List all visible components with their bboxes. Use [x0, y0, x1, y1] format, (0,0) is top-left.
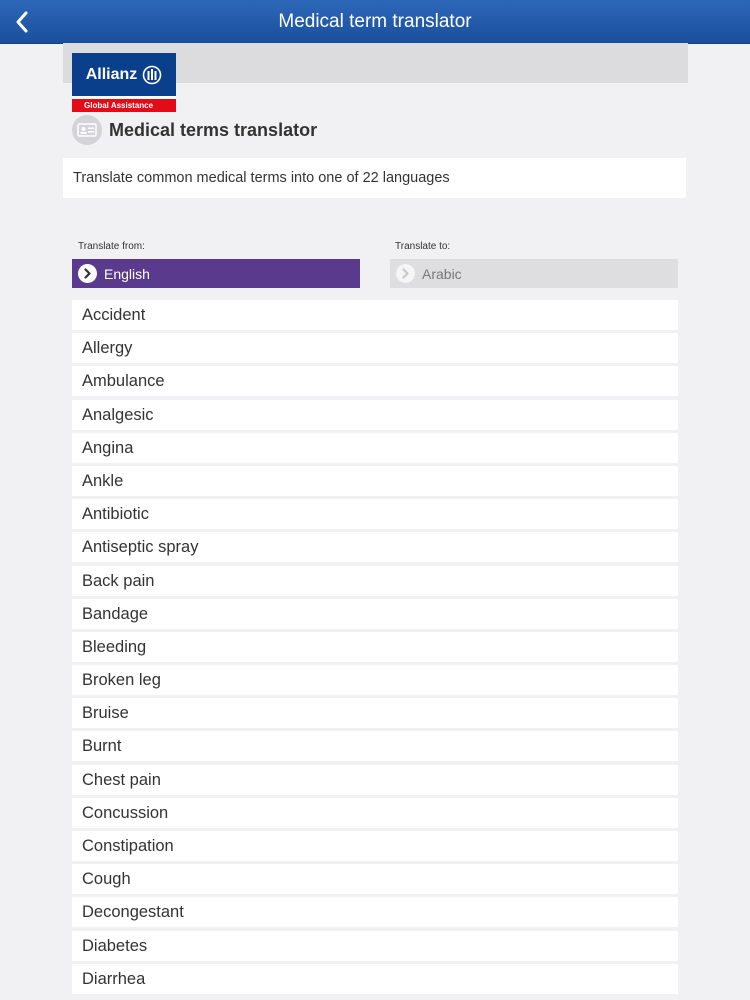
term-row[interactable]: Chest pain: [72, 764, 678, 795]
nav-bar: Medical term translator: [0, 0, 750, 44]
term-row[interactable]: Analgesic: [72, 399, 678, 430]
logo-sub-text: Global Assistance: [72, 99, 176, 112]
nav-title: Medical term translator: [278, 11, 472, 32]
chevron-right-icon: [78, 264, 97, 283]
page-title: Medical terms translator: [109, 119, 318, 140]
logo-brand-text: Allianz: [85, 65, 138, 83]
term-row[interactable]: Broken leg: [72, 665, 678, 696]
term-list: Accident Allergy Ambulance Analgesic Ang…: [72, 300, 678, 997]
term-row[interactable]: Angina: [72, 432, 678, 463]
page-title-row: Medical terms translator: [72, 114, 317, 146]
term-row[interactable]: Concussion: [72, 797, 678, 828]
term-row[interactable]: Ambulance: [72, 366, 678, 397]
term-row[interactable]: Bandage: [72, 598, 678, 629]
term-row[interactable]: Back pain: [72, 565, 678, 596]
translate-to-select[interactable]: Arabic: [390, 259, 678, 288]
term-row[interactable]: Ankle: [72, 465, 678, 496]
chevron-right-icon: [396, 264, 415, 283]
allianz-eagle-icon: [142, 65, 162, 84]
translate-from-label: Translate from:: [78, 241, 145, 252]
term-row[interactable]: Allergy: [72, 333, 678, 364]
logo-blue-block: Allianz: [72, 53, 176, 96]
term-row[interactable]: Accident: [72, 300, 678, 330]
description-text: Translate common medical terms into one …: [73, 170, 450, 186]
id-card-icon: [72, 115, 102, 145]
allianz-logo: Allianz Global Assistance: [72, 53, 176, 112]
term-row[interactable]: Cough: [72, 864, 678, 895]
translate-from-value: English: [104, 265, 150, 282]
translate-from-select[interactable]: English: [72, 259, 360, 288]
term-row[interactable]: Constipation: [72, 831, 678, 861]
term-row[interactable]: Diarrhea: [72, 963, 678, 994]
term-row[interactable]: Diabetes: [72, 930, 678, 961]
translate-to-value: Arabic: [422, 265, 462, 282]
description-box: Translate common medical terms into one …: [63, 158, 686, 198]
term-row[interactable]: Decongestant: [72, 897, 678, 928]
term-row[interactable]: Burnt: [72, 731, 678, 762]
term-row[interactable]: Bruise: [72, 698, 678, 729]
term-row[interactable]: Bleeding: [72, 631, 678, 662]
translate-to-label: Translate to:: [395, 241, 451, 252]
term-row[interactable]: Antibiotic: [72, 499, 678, 530]
term-row[interactable]: Antiseptic spray: [72, 532, 678, 563]
